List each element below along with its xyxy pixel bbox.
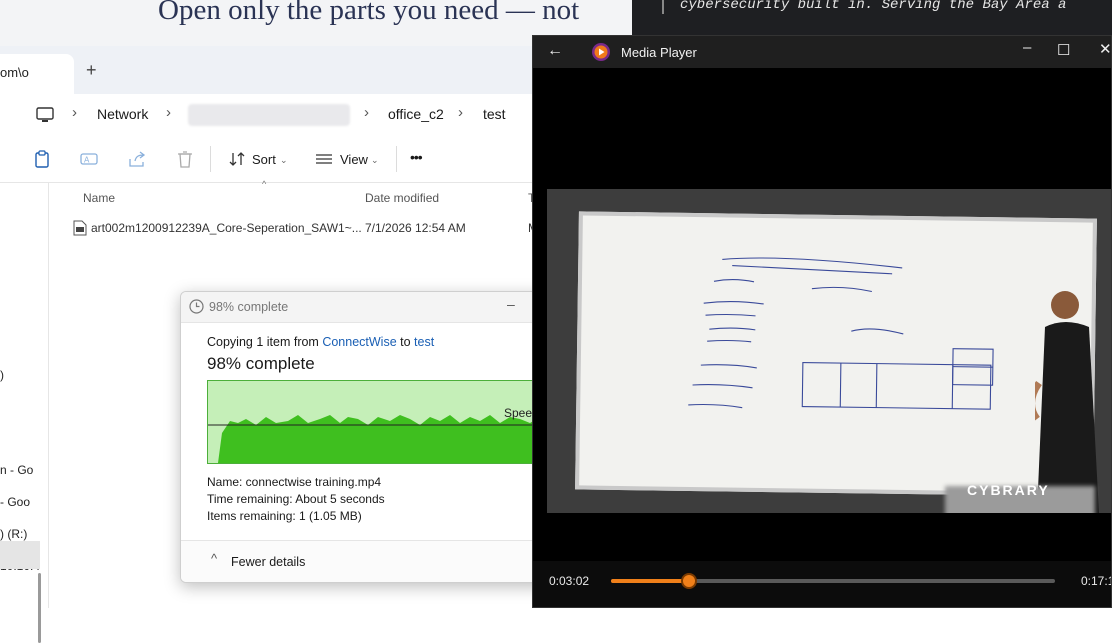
clock-icon — [189, 299, 204, 314]
toolbar-divider — [396, 146, 397, 172]
code-line: cybersecurity built in. Serving the Bay … — [680, 0, 1067, 13]
delete-icon[interactable] — [176, 150, 194, 168]
media-player-window: ← Media Player – ☐ ✕ CYBRARY 0:03:02 0:1… — [532, 35, 1112, 608]
seek-bar-progress — [611, 579, 689, 583]
seek-bar-thumb[interactable] — [680, 573, 697, 589]
total-time: 0:17:17 — [1081, 574, 1111, 588]
view-button[interactable]: View — [340, 152, 368, 167]
breadcrumb-office-c2[interactable]: office_c2 — [388, 106, 444, 122]
chevron-up-icon: ^ — [211, 551, 218, 566]
sort-icon[interactable] — [228, 150, 246, 168]
file-icon — [73, 220, 87, 236]
nav-item[interactable]: - Goo — [0, 495, 30, 509]
close-icon[interactable]: ✕ — [1099, 40, 1111, 58]
more-options-button[interactable]: ••• — [410, 149, 423, 165]
time-remaining: Time remaining: About 5 seconds — [207, 492, 385, 506]
back-arrow-icon[interactable]: ← — [547, 42, 563, 60]
view-icon[interactable] — [315, 150, 333, 168]
column-name[interactable]: Name — [83, 191, 115, 205]
video-logo-text: CYBRARY — [967, 482, 1050, 498]
presenter-figure — [1035, 291, 1099, 513]
sort-ascending-icon: ^ — [262, 179, 267, 189]
svg-text:A: A — [84, 156, 90, 165]
rename-icon[interactable]: A — [80, 150, 98, 168]
dialog-title: 98% complete — [209, 300, 289, 314]
items-remaining: Items remaining: 1 (1.05 MB) — [207, 509, 362, 523]
speed-graph-area — [208, 415, 551, 463]
nav-item[interactable]: n - Go — [0, 463, 33, 477]
this-pc-icon[interactable] — [36, 107, 54, 123]
toolbar-divider — [210, 146, 211, 172]
new-tab-button[interactable]: + — [86, 60, 97, 81]
copy-description: Copying 1 item from ConnectWise to test — [207, 335, 434, 349]
nav-item[interactable]: ) (R:) — [0, 527, 27, 541]
sort-button[interactable]: Sort — [252, 152, 276, 167]
nav-selected-item[interactable] — [0, 541, 40, 569]
copy-prefix: Copying 1 item from — [207, 335, 323, 349]
fewer-details-toggle[interactable]: ^ Fewer details — [181, 540, 551, 582]
background-code-pane: cybersecurity built in. Serving the Bay … — [632, 0, 1112, 40]
chevron-right-icon: › — [364, 104, 369, 121]
source-link[interactable]: ConnectWise — [322, 335, 396, 349]
nav-scrollbar[interactable] — [38, 573, 41, 643]
navigation-pane: ) n - Go - Goo ) (R:) 10.10.4 — [0, 183, 49, 643]
media-player-logo-icon — [592, 43, 610, 61]
chevron-right-icon: › — [166, 104, 171, 121]
column-date-modified[interactable]: Date modified — [365, 191, 439, 205]
share-icon[interactable] — [128, 150, 146, 168]
copy-file-name: Name: connectwise training.mp4 — [207, 475, 382, 489]
dialog-title-bar[interactable]: 98% complete – — [181, 292, 551, 323]
paste-icon[interactable] — [33, 150, 51, 168]
whiteboard-scene — [575, 211, 1097, 497]
copy-to-word: to — [396, 335, 415, 349]
file-name[interactable]: art002m1200912239A_Core-Seperation_SAW1~… — [91, 221, 362, 235]
whiteboard-drawing — [688, 257, 994, 410]
transfer-speed-graph: Speed — [207, 380, 551, 464]
explorer-tab-label: om\o — [0, 65, 29, 80]
seek-bar[interactable] — [611, 573, 1055, 589]
explorer-tab[interactable]: om\o — [0, 54, 74, 94]
destination-link[interactable]: test — [414, 335, 434, 349]
fewer-details-label: Fewer details — [231, 555, 306, 569]
percent-complete: 98% complete — [207, 354, 315, 373]
chevron-right-icon: › — [458, 104, 463, 121]
breadcrumb-network[interactable]: Network — [97, 106, 148, 122]
nav-item[interactable]: ) — [0, 368, 4, 382]
chevron-right-icon: › — [72, 104, 77, 121]
minimize-button[interactable]: – — [507, 296, 515, 312]
breadcrumb-redacted-host[interactable] — [188, 104, 350, 126]
maximize-icon[interactable]: ☐ — [1057, 41, 1070, 59]
playback-controls: 0:03:02 0:17:17 — [533, 561, 1111, 607]
webpage-heading: Open only the parts you need — not — [158, 0, 580, 26]
video-frame[interactable]: CYBRARY — [547, 189, 1111, 513]
file-date: 7/1/2026 12:54 AM — [365, 221, 466, 235]
minimize-icon[interactable]: – — [1023, 39, 1031, 56]
copy-progress-dialog: 98% complete – Copying 1 item from Conne… — [180, 291, 552, 583]
chevron-down-icon: ⌄ — [280, 155, 288, 165]
chevron-down-icon: ⌄ — [371, 155, 379, 165]
player-title-bar[interactable]: ← Media Player – ☐ ✕ — [533, 36, 1111, 68]
breadcrumb-test[interactable]: test — [483, 106, 506, 122]
current-time: 0:03:02 — [549, 574, 590, 588]
player-title: Media Player — [621, 45, 697, 60]
code-gutter-bar — [662, 0, 664, 14]
